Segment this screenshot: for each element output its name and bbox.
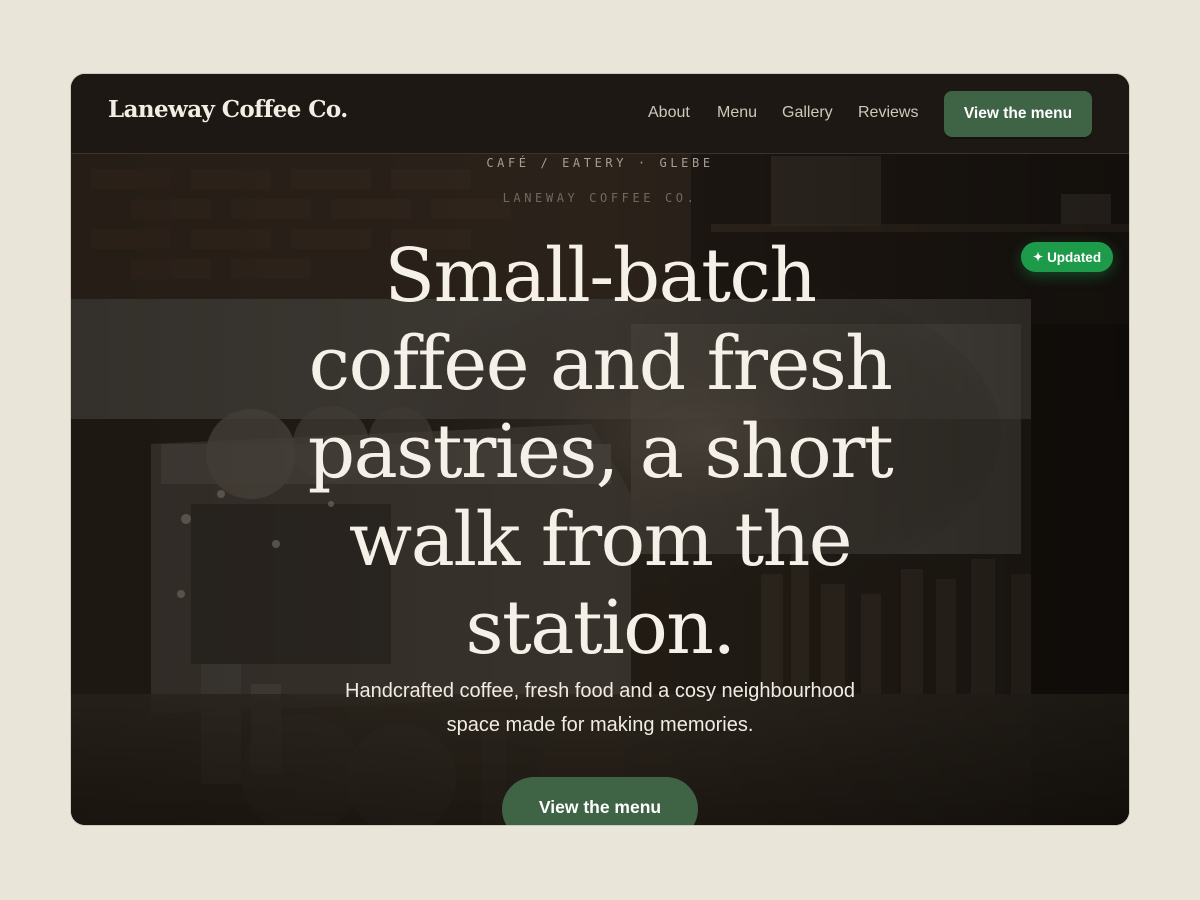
top-nav: Laneway Coffee Co. About Menu Gallery Re… [71, 74, 1129, 154]
nav-view-menu-button[interactable]: View the menu [944, 91, 1092, 137]
brand-logo[interactable]: Laneway Coffee Co. [108, 96, 348, 123]
nav-link-reviews[interactable]: Reviews [858, 104, 918, 122]
headline-line: pastries, a short [307, 409, 894, 495]
nav-link-menu[interactable]: Menu [717, 104, 757, 122]
hero-subtext: Handcrafted coffee, fresh food and a cos… [300, 674, 900, 742]
headline-line: coffee and fresh [308, 321, 893, 407]
nav-link-gallery[interactable]: Gallery [782, 104, 833, 122]
sparkle-icon: ✦ [1033, 250, 1044, 264]
subtext-line: space made for making memories. [446, 714, 754, 736]
headline-line: walk from the [348, 497, 853, 583]
hero-view-menu-button[interactable]: View the menu [502, 777, 698, 825]
updated-badge-label: Updated [1047, 249, 1102, 265]
hero-eyebrow-secondary: LANEWAY COFFEE CO. [502, 191, 698, 205]
headline-line: Small-batch [384, 233, 817, 319]
headline-line: station. [465, 585, 736, 671]
hero-headline: Small-batch coffee and fresh pastries, a… [200, 232, 1000, 672]
site-frame: Laneway Coffee Co. About Menu Gallery Re… [71, 74, 1129, 825]
nav-link-about[interactable]: About [648, 104, 690, 122]
subtext-line: Handcrafted coffee, fresh food and a cos… [345, 680, 855, 702]
hero-eyebrow: CAFÉ / EATERY · GLEBE [486, 156, 714, 170]
updated-badge[interactable]: ✦ Updated [1021, 242, 1114, 272]
